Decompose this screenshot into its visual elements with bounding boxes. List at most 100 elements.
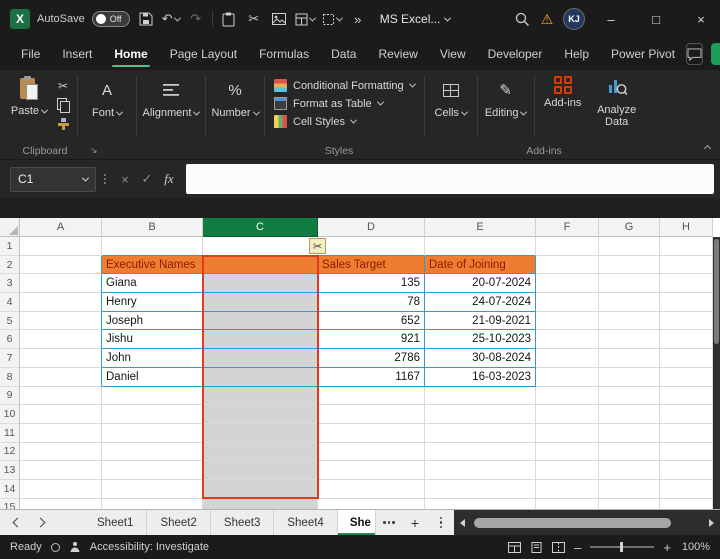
add-ins-button[interactable]: Add-ins <box>538 73 588 142</box>
accessibility-status[interactable]: Accessibility: Investigate <box>90 541 209 553</box>
avatar[interactable]: KJ <box>563 8 585 30</box>
page-break-view-icon[interactable] <box>552 542 565 553</box>
cells-group-button[interactable]: Cells <box>428 73 474 142</box>
select-all-corner[interactable] <box>0 218 20 237</box>
cell-F6[interactable] <box>536 330 599 349</box>
cell-C8[interactable] <box>203 368 318 387</box>
vertical-scrollbar[interactable] <box>713 237 720 509</box>
cell-G15[interactable] <box>599 499 660 509</box>
row-header-5[interactable]: 5 <box>0 312 20 331</box>
cell-G7[interactable] <box>599 349 660 368</box>
cell-H4[interactable] <box>660 293 713 312</box>
cell-A12[interactable] <box>20 443 102 462</box>
row-header-7[interactable]: 7 <box>0 349 20 368</box>
next-sheet-icon[interactable] <box>36 518 46 528</box>
cell-C4[interactable] <box>203 293 318 312</box>
row-header-15[interactable]: 15 <box>0 499 20 509</box>
cell-H2[interactable] <box>660 256 713 275</box>
row-header-14[interactable]: 14 <box>0 480 20 499</box>
tab-view[interactable]: View <box>429 38 477 70</box>
editing-group-button[interactable]: ✎ Editing <box>481 73 531 142</box>
cell-B12[interactable] <box>102 443 203 462</box>
cell-F10[interactable] <box>536 405 599 424</box>
cell-G9[interactable] <box>599 387 660 406</box>
cell-D5[interactable]: 652 <box>318 312 425 331</box>
cell-E7[interactable]: 30-08-2024 <box>425 349 536 368</box>
cell-B10[interactable] <box>102 405 203 424</box>
cell-E14[interactable] <box>425 480 536 499</box>
column-header-B[interactable]: B <box>102 218 203 237</box>
column-header-F[interactable]: F <box>536 218 599 237</box>
cut-icon[interactable]: ✂ <box>55 79 71 93</box>
cell-C7[interactable] <box>203 349 318 368</box>
cell-F7[interactable] <box>536 349 599 368</box>
cell-H11[interactable] <box>660 424 713 443</box>
cell-D11[interactable] <box>318 424 425 443</box>
copy-icon[interactable] <box>55 98 71 112</box>
cell-B14[interactable] <box>102 480 203 499</box>
cell-E10[interactable] <box>425 405 536 424</box>
row-header-4[interactable]: 4 <box>0 293 20 312</box>
cell-G10[interactable] <box>599 405 660 424</box>
cell-A5[interactable] <box>20 312 102 331</box>
cell-E3[interactable]: 20-07-2024 <box>425 274 536 293</box>
cell-B7[interactable]: John <box>102 349 203 368</box>
cell-B9[interactable] <box>102 387 203 406</box>
number-group-button[interactable]: % Number <box>209 73 261 142</box>
cell-H6[interactable] <box>660 330 713 349</box>
cell-H14[interactable] <box>660 480 713 499</box>
cell-C11[interactable] <box>203 424 318 443</box>
zoom-slider-thumb[interactable] <box>620 542 623 552</box>
sheet-tab-sheet2[interactable]: Sheet2 <box>147 510 210 535</box>
row-header-3[interactable]: 3 <box>0 274 20 293</box>
cell-G13[interactable] <box>599 461 660 480</box>
cell-B2[interactable]: Executive Names <box>102 256 203 275</box>
cell-A1[interactable] <box>20 237 102 256</box>
cell-D2[interactable]: Sales Target <box>318 256 425 275</box>
cell-C3[interactable] <box>203 274 318 293</box>
zoom-level[interactable]: 100% <box>680 541 710 553</box>
cell-A13[interactable] <box>20 461 102 480</box>
cancel-icon[interactable]: × <box>114 168 136 190</box>
cell-C15[interactable] <box>203 499 318 509</box>
cell-G3[interactable] <box>599 274 660 293</box>
cell-C14[interactable] <box>203 480 318 499</box>
new-sheet-button[interactable]: + <box>402 510 428 535</box>
tab-power-pivot[interactable]: Power Pivot <box>600 38 686 70</box>
clipboard-icon[interactable] <box>220 7 238 31</box>
share-button[interactable] <box>711 43 720 65</box>
cell-H13[interactable] <box>660 461 713 480</box>
cell-E2[interactable]: Date of Joining <box>425 256 536 275</box>
cell-F15[interactable] <box>536 499 599 509</box>
sheet-tab-sheet1[interactable]: Sheet1 <box>84 510 147 535</box>
cell-G11[interactable] <box>599 424 660 443</box>
paste-button[interactable]: Paste <box>6 73 52 142</box>
tab-file[interactable]: File <box>10 38 51 70</box>
cell-A6[interactable] <box>20 330 102 349</box>
enter-icon[interactable]: ✓ <box>136 168 158 190</box>
cell-A2[interactable] <box>20 256 102 275</box>
cell-C13[interactable] <box>203 461 318 480</box>
search-icon[interactable] <box>513 7 531 31</box>
cell-B13[interactable] <box>102 461 203 480</box>
cell-G1[interactable] <box>599 237 660 256</box>
column-header-H[interactable]: H <box>660 218 713 237</box>
tab-home[interactable]: Home <box>103 38 158 70</box>
formula-bar-handle[interactable] <box>104 174 106 184</box>
cell-H15[interactable] <box>660 499 713 509</box>
cut-icon[interactable]: ✂ <box>245 7 263 31</box>
formula-input[interactable] <box>186 164 714 194</box>
cell-B11[interactable] <box>102 424 203 443</box>
redo-icon[interactable]: ↷ <box>187 7 205 31</box>
row-header-2[interactable]: 2 <box>0 256 20 275</box>
cell-D3[interactable]: 135 <box>318 274 425 293</box>
cell-G6[interactable] <box>599 330 660 349</box>
scroll-left-icon[interactable] <box>460 519 465 527</box>
zoom-slider[interactable] <box>590 546 654 548</box>
sheet-tab-active[interactable]: She <box>338 510 376 535</box>
row-header-11[interactable]: 11 <box>0 424 20 443</box>
cell-E1[interactable] <box>425 237 536 256</box>
cell-G2[interactable] <box>599 256 660 275</box>
row-header-8[interactable]: 8 <box>0 368 20 387</box>
zoom-in-icon[interactable]: + <box>663 540 671 555</box>
